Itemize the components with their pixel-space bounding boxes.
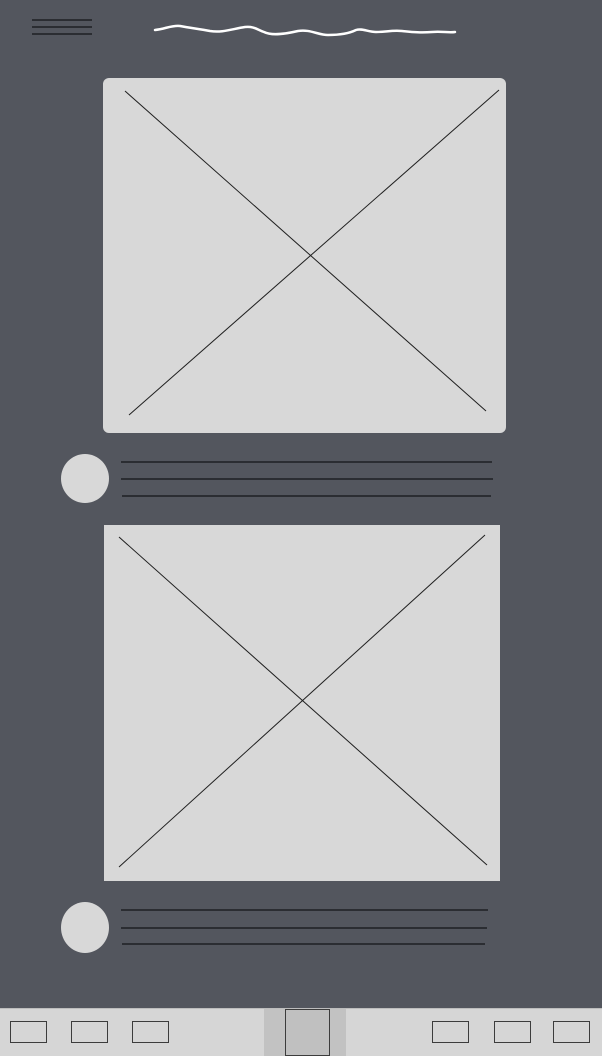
avatar[interactable] [61, 454, 109, 503]
post-text-lines [120, 906, 494, 946]
avatar[interactable] [61, 902, 109, 953]
bottom-tab-button-6[interactable] [553, 1021, 590, 1043]
image-placeholder-icon [124, 89, 500, 416]
text-lines-placeholder-icon [121, 909, 488, 945]
text-lines-placeholder-icon [121, 461, 493, 497]
menu-bar-line [32, 33, 92, 35]
bottom-toolbar [0, 1008, 602, 1056]
bottom-tab-button-1[interactable] [10, 1021, 47, 1043]
bottom-tab-button-2[interactable] [71, 1021, 108, 1043]
bottom-tab-button-5[interactable] [494, 1021, 531, 1043]
app-screen [0, 0, 602, 1056]
bottom-tab-button-3[interactable] [132, 1021, 169, 1043]
page-title-squiggle [150, 18, 460, 42]
menu-bar-line [32, 26, 92, 28]
post-text-lines [120, 458, 494, 498]
hamburger-menu-icon[interactable] [32, 18, 94, 38]
image-placeholder-icon [118, 534, 488, 868]
squiggle-title-icon [153, 24, 457, 37]
post-image-placeholder[interactable] [103, 78, 506, 433]
menu-bar-line [32, 19, 92, 21]
bottom-tab-button-4[interactable] [432, 1021, 469, 1043]
post-image-placeholder[interactable] [104, 525, 500, 881]
center-action-button[interactable] [285, 1009, 330, 1056]
